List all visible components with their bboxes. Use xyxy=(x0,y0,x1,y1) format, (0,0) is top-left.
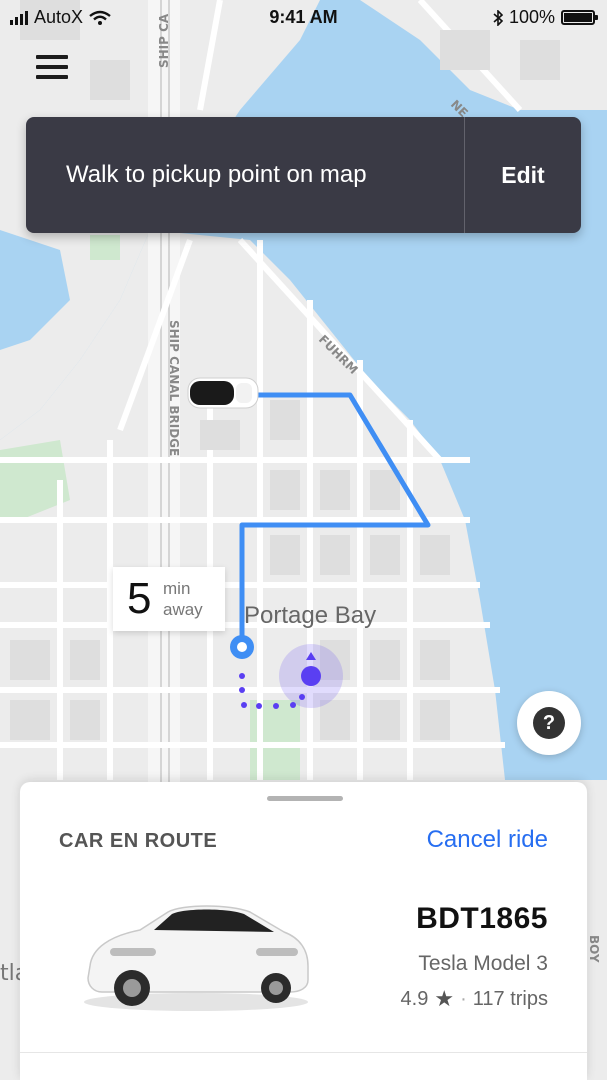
sheet-divider xyxy=(20,1052,587,1053)
status-bar: AutoX 9:41 AM 100% xyxy=(0,0,607,34)
ride-status: CAR EN ROUTE xyxy=(59,830,218,852)
banner-message: Walk to pickup point on map xyxy=(66,161,367,188)
eta-value: 5 xyxy=(127,574,152,623)
car-marker-icon xyxy=(187,377,259,409)
ride-bottom-sheet[interactable]: CAR EN ROUTE Cancel ride BDT1865 Tesla M… xyxy=(20,782,587,1080)
place-label: Portage Bay xyxy=(244,602,377,629)
edit-button[interactable]: Edit xyxy=(465,117,581,233)
pickup-banner: Walk to pickup point on map Edit xyxy=(26,117,581,233)
cancel-ride-button[interactable]: Cancel ride xyxy=(427,826,548,854)
separator: · xyxy=(460,987,467,1010)
help-icon: ? xyxy=(533,707,565,739)
battery-percent: 100% xyxy=(508,7,555,27)
car-image xyxy=(84,905,309,1011)
eta-callout: 5 min away xyxy=(113,567,225,631)
sheet-grabber[interactable] xyxy=(267,796,343,801)
eta-unit: min xyxy=(163,579,191,598)
hamburger-icon xyxy=(36,55,68,59)
menu-button[interactable] xyxy=(36,55,68,81)
eta-suffix: away xyxy=(163,600,203,619)
bluetooth-icon xyxy=(493,9,503,26)
star-icon: ★ xyxy=(434,986,455,1011)
street-label-ship-canal-bridge: SHIP CANAL BRIDGE xyxy=(167,320,181,456)
user-location-dot xyxy=(301,666,321,686)
rating-value: 4.9 xyxy=(400,987,429,1010)
car-model: Tesla Model 3 xyxy=(418,952,548,975)
street-label-boy: BOY xyxy=(587,935,601,963)
battery-icon xyxy=(561,10,598,25)
trip-count: 117 trips xyxy=(472,987,548,1010)
license-plate: BDT1865 xyxy=(416,902,548,935)
help-button[interactable]: ? xyxy=(517,691,581,755)
driver-rating: 4.9 ★ · 117 trips xyxy=(401,986,548,1012)
